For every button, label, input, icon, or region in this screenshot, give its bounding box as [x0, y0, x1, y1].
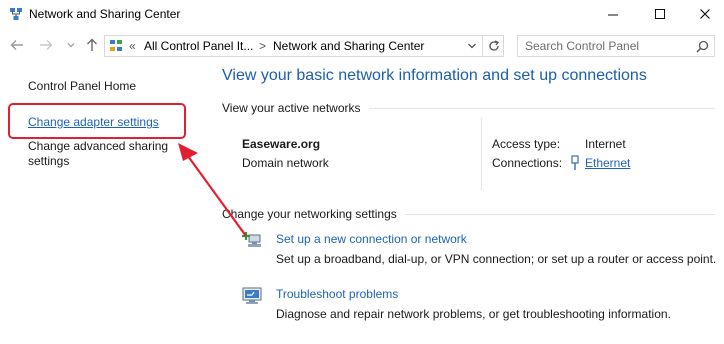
back-button[interactable] [10, 38, 24, 52]
change-advanced-sharing-link-line2[interactable]: settings [28, 154, 69, 168]
active-networks-divider [369, 108, 715, 109]
setup-connection-link[interactable]: Set up a new connection or network [276, 232, 467, 246]
change-advanced-sharing-link[interactable]: Change advanced sharing [28, 139, 168, 153]
close-button[interactable] [694, 5, 716, 23]
breadcrumb-all-control-panel[interactable]: All Control Panel It... [144, 39, 253, 53]
maximize-button[interactable] [649, 5, 671, 23]
up-button[interactable] [85, 38, 99, 52]
arrow-left-icon [10, 40, 23, 50]
address-bar[interactable]: « All Control Panel It... > Network and … [104, 35, 504, 57]
breadcrumb-separator: > [259, 39, 267, 53]
control-panel-home-link[interactable]: Control Panel Home [28, 79, 136, 93]
access-type-value: Internet [585, 137, 626, 151]
ethernet-icon[interactable] [569, 155, 581, 171]
address-overflow[interactable]: « [129, 39, 136, 53]
troubleshoot-description: Diagnose and repair network problems, or… [276, 307, 671, 321]
troubleshoot-link[interactable]: Troubleshoot problems [276, 287, 398, 301]
network-info-divider [481, 118, 482, 190]
network-center-icon [10, 8, 22, 20]
title-bar: Network and Sharing Center [0, 0, 724, 30]
connections-label: Connections: [492, 156, 563, 170]
address-divider [482, 36, 483, 56]
search-input[interactable]: Search Control Panel [525, 39, 639, 53]
maximize-icon [655, 9, 665, 19]
search-box[interactable]: Search Control Panel [517, 35, 715, 57]
annotation-arrow [178, 143, 247, 237]
change-settings-divider [405, 214, 715, 215]
arrow-right-icon [40, 40, 53, 50]
access-type-label: Access type: [492, 137, 561, 151]
window-title: Network and Sharing Center [29, 7, 181, 21]
recent-locations-button[interactable] [64, 38, 78, 52]
control-panel-icon [110, 40, 122, 51]
arrow-up-icon [87, 38, 97, 51]
close-icon [700, 9, 710, 19]
chevron-down-icon [67, 43, 75, 48]
minimize-icon [608, 14, 618, 16]
address-dropdown-icon[interactable] [467, 42, 477, 50]
troubleshoot-icon [242, 287, 262, 304]
refresh-icon[interactable] [487, 39, 501, 53]
setup-connection-description: Set up a broadband, dial-up, or VPN conn… [276, 252, 717, 266]
search-icon[interactable] [696, 40, 709, 53]
forward-button[interactable] [39, 38, 53, 52]
page-heading: View your basic network information and … [222, 67, 647, 84]
breadcrumb-network-sharing[interactable]: Network and Sharing Center [273, 39, 424, 53]
change-adapter-settings-link[interactable]: Change adapter settings [28, 115, 159, 129]
active-networks-label: View your active networks [222, 101, 361, 115]
ethernet-link[interactable]: Ethernet [585, 156, 630, 170]
minimize-button[interactable] [602, 5, 624, 23]
